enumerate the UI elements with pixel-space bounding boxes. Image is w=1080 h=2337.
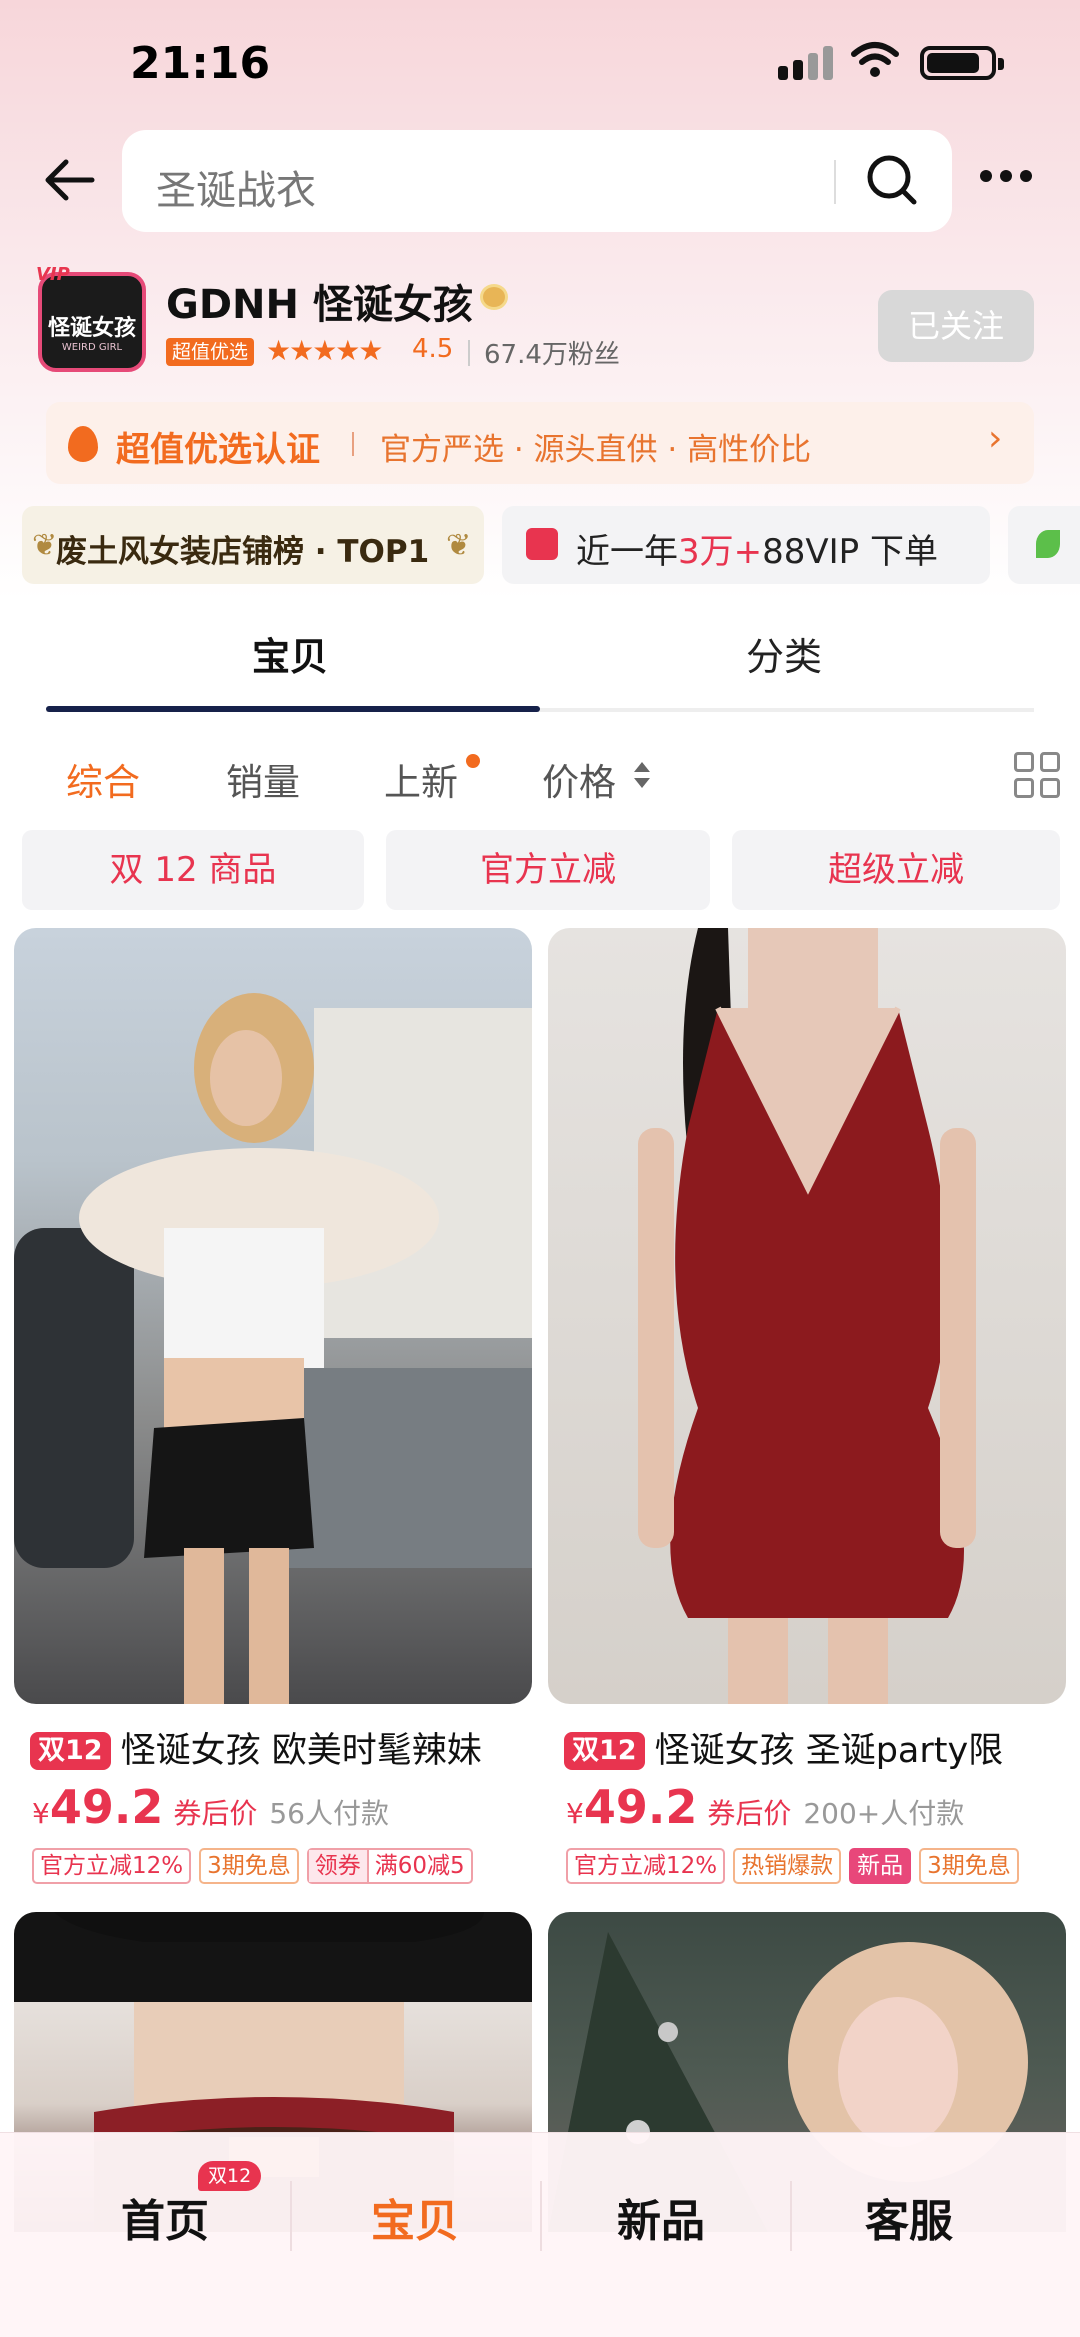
product-image[interactable]: [14, 928, 532, 1704]
flame-icon: [68, 426, 98, 462]
search-input[interactable]: 圣诞战衣: [156, 158, 316, 216]
tag-official-discount: 官方立减12%: [32, 1848, 192, 1884]
vip-orders-chip[interactable]: 近一年3万+88VIP 下单: [502, 506, 990, 584]
filter-super-discount[interactable]: 超级立减: [732, 830, 1060, 910]
double12-badge: 双12: [30, 1732, 111, 1770]
sort-overall[interactable]: 综合: [66, 752, 140, 806]
grid-view-icon[interactable]: [1014, 752, 1062, 800]
vip-orders-text: 近一年3万+88VIP 下单: [576, 532, 938, 572]
tab-active-indicator: [46, 706, 540, 712]
certification-desc: 官方严选 · 源头直供 · 高性价比: [380, 432, 812, 468]
nav-home[interactable]: 首页: [30, 2185, 300, 2249]
search-icon[interactable]: [862, 150, 922, 210]
sprout-icon: [1036, 530, 1060, 558]
product-photo-figure: [14, 993, 532, 1704]
product-title[interactable]: 双12 怪诞女孩 圣诞party限: [564, 1722, 1003, 1773]
price-note: 券后价: [707, 1797, 792, 1830]
shop-rank-text: 废土风女装店铺榜 · TOP1: [56, 534, 430, 570]
wifi-icon: [851, 42, 899, 77]
bottom-navigation: 首页 双12 宝贝 新品 客服: [0, 2132, 1080, 2337]
sort-sales[interactable]: 销量: [226, 752, 300, 806]
filter-double12[interactable]: 双 12 商品: [22, 830, 364, 910]
product-price: 49.2: [49, 1780, 164, 1834]
battery-icon: [920, 46, 1004, 80]
nav-new-arrivals[interactable]: 新品: [526, 2185, 796, 2249]
product-tags: 官方立减12% 热销爆款 新品 3期免息: [566, 1848, 1027, 1884]
product-title-text: 怪诞女孩 圣诞party限: [654, 1731, 1004, 1771]
product-image[interactable]: [548, 928, 1066, 1704]
product-title-text: 怪诞女孩 欧美时髦辣妹: [120, 1731, 482, 1771]
tab-category[interactable]: 分类: [746, 626, 822, 681]
cellular-signal-icon: [778, 44, 834, 80]
sort-new[interactable]: 上新: [384, 752, 458, 806]
price-note: 券后价: [173, 1797, 258, 1830]
certification-banner[interactable]: 超值优选认证 官方严选 · 源头直供 · 高性价比 ›: [46, 402, 1034, 484]
divider: [352, 432, 354, 456]
laurel-right-icon: ❦: [446, 528, 472, 563]
product-tags: 官方立减12% 3期免息 领券 满60减5: [32, 1848, 481, 1884]
shop-rating: 4.5: [412, 334, 454, 364]
coupon-tag[interactable]: 领券 满60减5: [306, 1848, 473, 1884]
chevron-right-icon: ›: [988, 418, 1003, 459]
value-choice-badge: 超值优选: [166, 338, 255, 366]
shop-logo-vip-tag: VIP: [36, 264, 70, 285]
nav-home-badge: 双12: [198, 2161, 262, 2191]
price-line: ¥49.2 券后价 200+人付款: [566, 1780, 964, 1834]
product-title[interactable]: 双12 怪诞女孩 欧美时髦辣妹: [30, 1722, 482, 1773]
more-options-icon[interactable]: [980, 170, 1032, 184]
crown-badge-icon: [480, 284, 508, 310]
shop-logo-text: 怪诞女孩: [47, 316, 136, 341]
double12-badge: 双12: [564, 1732, 645, 1770]
nav-items[interactable]: 宝贝: [280, 2185, 550, 2249]
tab-items[interactable]: 宝贝: [252, 626, 328, 681]
divider: [468, 340, 470, 366]
shop-logo[interactable]: 怪诞女孩 WEIRD GIRL: [38, 272, 146, 372]
nav-customer-service[interactable]: 客服: [774, 2185, 1044, 2249]
tag-hot-seller: 热销爆款: [733, 1848, 842, 1884]
currency-symbol: ¥: [32, 1797, 50, 1830]
paid-count: 200+人付款: [803, 1797, 965, 1830]
sort-toggle-icon: [634, 762, 650, 788]
filter-official-discount[interactable]: 官方立减: [386, 830, 710, 910]
new-indicator-dot: [466, 754, 480, 768]
rating-stars-icon: ★★★★★: [266, 334, 384, 367]
price-line: ¥49.2 券后价 56人付款: [32, 1780, 389, 1834]
follow-button[interactable]: 已关注: [878, 290, 1034, 362]
shopping-bag-icon: [526, 528, 558, 560]
shop-name[interactable]: GDNH 怪诞女孩: [166, 272, 473, 330]
search-divider: [834, 160, 836, 204]
shop-rank-chip[interactable]: ❦ 废土风女装店铺榜 · TOP1 ❦: [22, 506, 484, 584]
tag-installment: 3期免息: [919, 1848, 1019, 1884]
status-bar: 21:16: [0, 0, 1080, 130]
search-bar[interactable]: 圣诞战衣: [122, 130, 952, 232]
tag-official-discount: 官方立减12%: [566, 1848, 726, 1884]
product-photo-figure: [638, 928, 976, 1704]
paid-count: 56人付款: [269, 1797, 389, 1830]
shop-fans: 67.4万粉丝: [484, 340, 620, 370]
sort-price[interactable]: 价格: [542, 752, 616, 806]
currency-symbol: ¥: [566, 1797, 584, 1830]
more-honors-chip[interactable]: [1008, 506, 1080, 584]
certification-title: 超值优选认证: [116, 430, 320, 470]
tag-new: 新品: [849, 1848, 912, 1884]
laurel-left-icon: ❦: [32, 528, 58, 563]
tag-installment: 3期免息: [199, 1848, 299, 1884]
back-arrow-icon[interactable]: [40, 150, 100, 210]
shop-logo-subtext: WEIRD GIRL: [61, 342, 123, 353]
status-time: 21:16: [130, 38, 271, 89]
product-price: 49.2: [583, 1780, 698, 1834]
